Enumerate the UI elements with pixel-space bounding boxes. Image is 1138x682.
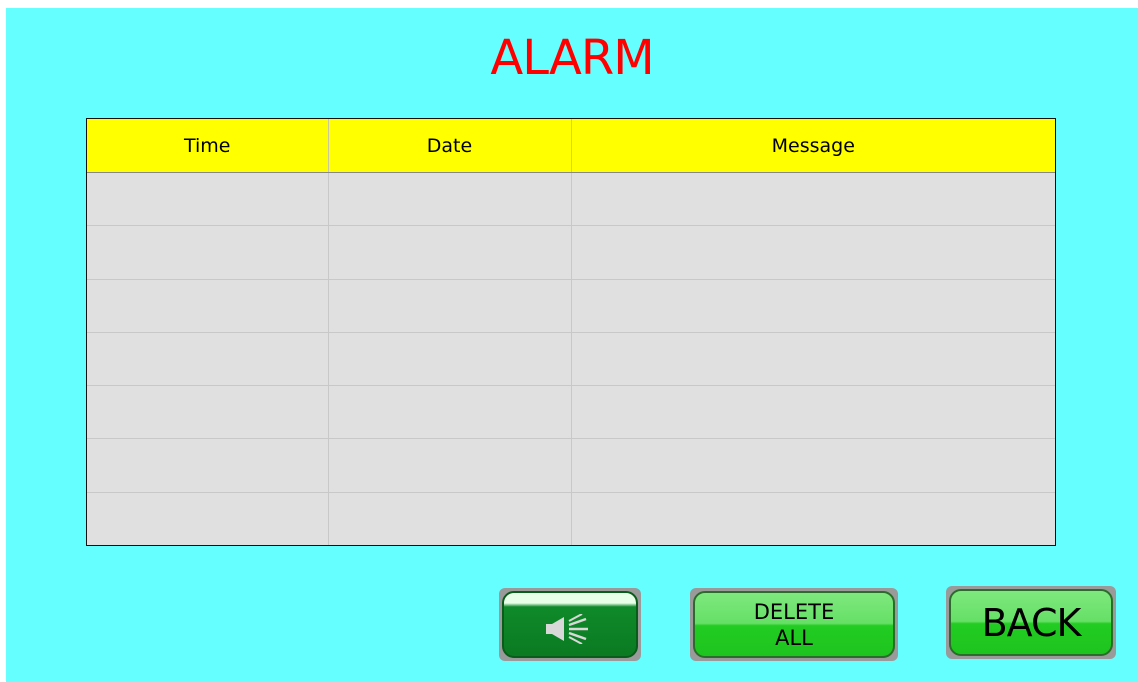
alarm-screen: ALARM Time Date Message DELETE ALL BACK [6,8,1138,682]
cell-date [328,385,572,440]
table-row[interactable] [87,172,1055,227]
table-row[interactable] [87,332,1055,387]
cell-message [571,225,1055,280]
cell-date [328,438,572,493]
alarm-table: Time Date Message [86,118,1056,546]
cell-time [87,225,329,280]
back-button[interactable]: BACK [949,589,1113,656]
cell-date [328,172,572,227]
table-row[interactable] [87,492,1055,545]
cell-message [571,279,1055,333]
table-row[interactable] [87,279,1055,333]
cell-date [328,332,572,387]
cell-time [87,385,329,440]
table-header-row: Time Date Message [87,119,1055,173]
table-row[interactable] [87,438,1055,493]
cell-date [328,492,572,545]
cell-message [571,332,1055,387]
delete-all-label: DELETE ALL [753,599,835,650]
speaker-icon [546,613,588,644]
cell-date [328,279,572,333]
cell-time [87,332,329,387]
delete-all-button-frame: DELETE ALL [690,588,898,661]
cell-time [87,492,329,545]
cell-message [571,492,1055,545]
mute-button-frame [499,588,641,661]
cell-time [87,279,329,333]
mute-alarm-button[interactable] [502,591,638,658]
column-header-message: Message [571,119,1055,173]
cell-time [87,438,329,493]
table-row[interactable] [87,385,1055,440]
cell-message [571,438,1055,493]
column-header-time: Time [87,119,329,173]
back-label: BACK [981,600,1082,645]
column-header-date: Date [328,119,572,173]
table-row[interactable] [87,225,1055,280]
page-title: ALARM [490,30,654,86]
cell-message [571,385,1055,440]
back-button-frame: BACK [946,586,1116,659]
cell-time [87,172,329,227]
cell-message [571,172,1055,227]
cell-date [328,225,572,280]
delete-all-button[interactable]: DELETE ALL [693,591,895,658]
